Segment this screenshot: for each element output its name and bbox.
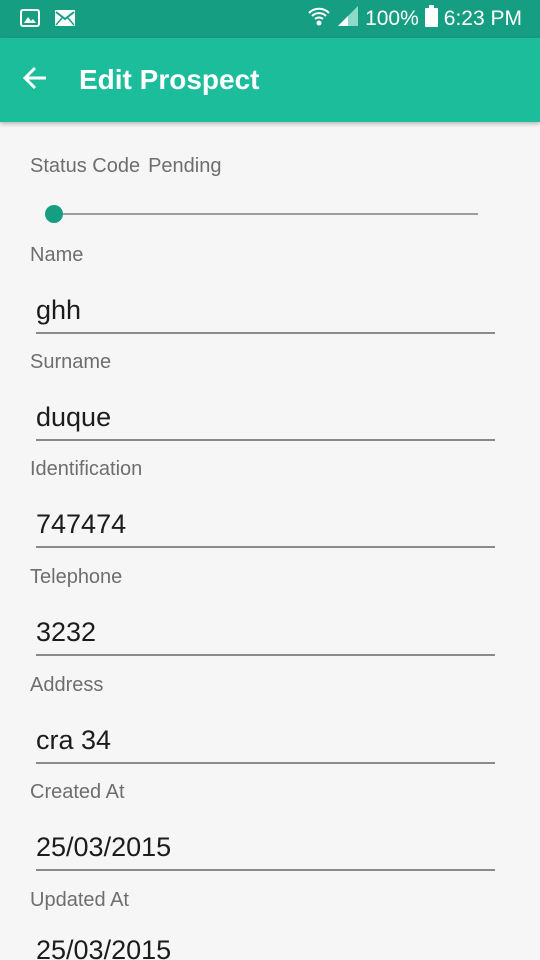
app-bar: Edit Prospect (0, 38, 540, 122)
address-label: Address (30, 674, 104, 696)
created-at-field[interactable]: 25/03/2015 (36, 825, 495, 871)
surname-field[interactable]: duque (36, 395, 495, 441)
created-at-value: 25/03/2015 (36, 832, 172, 862)
surname-value: duque (36, 402, 112, 432)
status-code-label: Status Code (30, 155, 141, 177)
image-icon (20, 9, 40, 32)
telephone-value: 3232 (36, 617, 97, 647)
telephone-field[interactable]: 3232 (36, 610, 495, 656)
telephone-label: Telephone (30, 566, 123, 588)
slider-track (54, 213, 478, 215)
battery-icon (424, 5, 438, 33)
arrow-back-icon (22, 65, 48, 96)
back-button[interactable] (10, 55, 60, 105)
identification-value: 747474 (36, 509, 127, 539)
status-code-slider[interactable] (44, 204, 478, 224)
name-label: Name (30, 244, 84, 266)
email-icon (54, 9, 76, 32)
updated-at-field[interactable]: 25/03/2015 (36, 933, 495, 960)
slider-thumb[interactable] (45, 205, 63, 223)
address-value: cra 34 (36, 725, 112, 755)
page-title: Edit Prospect (79, 64, 260, 95)
battery-percentage: 100% (365, 7, 419, 30)
clock-time: 6:23 PM (443, 7, 522, 30)
identification-label: Identification (30, 458, 143, 480)
wifi-icon (307, 5, 331, 33)
name-value: ghh (36, 295, 82, 325)
identification-field[interactable]: 747474 (36, 502, 495, 548)
address-field[interactable]: cra 34 (36, 718, 495, 764)
name-field[interactable]: ghh (36, 288, 495, 334)
status-code-row: Status Code Pending (30, 155, 221, 178)
updated-at-value: 25/03/2015 (36, 935, 172, 960)
created-at-label: Created At (30, 781, 125, 803)
signal-icon (337, 5, 359, 33)
updated-at-label: Updated At (30, 889, 129, 911)
status-bar: 100% 6:23 PM (0, 0, 540, 38)
surname-label: Surname (30, 351, 112, 373)
status-code-value: Pending (148, 155, 222, 177)
